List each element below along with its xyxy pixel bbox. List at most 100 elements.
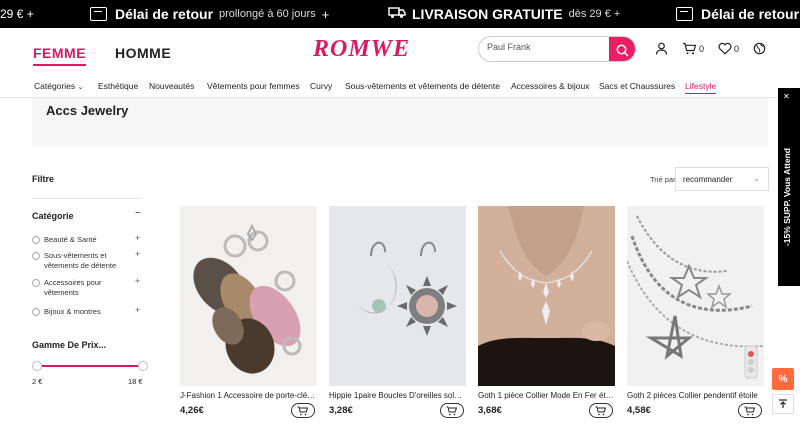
percent-icon: % (778, 373, 788, 385)
close-icon[interactable]: ✕ (783, 92, 790, 101)
nav-item-bags-shoes[interactable]: Sacs et Chaussures (599, 81, 675, 91)
heart-icon (718, 42, 732, 55)
promo-segment-3[interactable]: Délai de retour (676, 0, 800, 28)
promo-segment-1[interactable]: Délai de retour prollongé à 60 jours + (90, 0, 329, 28)
sort-label: Trié par (650, 175, 676, 184)
product-card[interactable]: J-Fashion 1 Accessoire de porte-clés en … (180, 206, 317, 418)
product-price: 4,26€ (180, 405, 204, 416)
chevron-down-icon: ⌄ (753, 174, 760, 183)
nav-item-lifestyle[interactable]: Lifestyle (685, 81, 717, 94)
cart-count: 0 (699, 43, 705, 54)
category-item[interactable]: Beauté & Santé + (32, 233, 144, 247)
nav-item-underwear[interactable]: Sous-vêtements et vêtements de détente (345, 81, 500, 91)
expand-plus-icon[interactable]: + (135, 305, 140, 315)
wishlist-button[interactable]: 0 (718, 42, 739, 55)
collapse-icon[interactable]: − (135, 208, 141, 219)
price-max: 18 € (128, 377, 143, 386)
nav-item-accessories[interactable]: Accessoires & bijoux (511, 81, 589, 91)
promo-segment-2[interactable]: LIVRAISON GRATUITE dès 29 € + (388, 0, 620, 28)
tab-homme[interactable]: HOMME (115, 45, 171, 61)
promo-segment-0-text: 29 € + (0, 7, 34, 21)
category-item[interactable]: Bijoux & montres + (32, 305, 144, 319)
category-item[interactable]: Accessoires pour vêtements + (32, 276, 144, 300)
category-item[interactable]: Sous-vêtements et vêtements de détente + (32, 249, 144, 273)
category-label: Sous-vêtements et vêtements de détente (44, 251, 117, 270)
product-image[interactable] (627, 206, 764, 386)
cart-plus-icon (744, 406, 756, 415)
return-box-icon (676, 7, 693, 21)
sort-select[interactable]: recommander ⌄ (675, 167, 769, 191)
radio-icon[interactable] (32, 252, 40, 260)
promo-2-text: dès 29 € + (568, 8, 621, 20)
product-price: 3,28€ (329, 405, 353, 416)
price-slider-min-handle[interactable] (32, 361, 42, 371)
product-price: 3,68€ (478, 405, 502, 416)
add-to-cart-button[interactable] (589, 403, 613, 418)
promo-float-button[interactable]: % (772, 368, 794, 390)
nav-item-curvy[interactable]: Curvy (310, 81, 332, 91)
romwe-logo[interactable]: ROMWE (313, 36, 410, 63)
cart-plus-icon (595, 406, 607, 415)
language-button[interactable] (753, 42, 766, 55)
cart-button[interactable]: 0 (682, 42, 704, 55)
product-image[interactable] (329, 206, 466, 386)
nav-label: Catégories (34, 81, 76, 91)
price-range-heading: Gamme De Prix... (32, 340, 107, 350)
promo-segment-0: 29 € + (0, 0, 34, 28)
radio-icon[interactable] (32, 308, 40, 316)
expand-plus-icon[interactable]: + (135, 233, 140, 243)
product-image[interactable] (180, 206, 317, 386)
expand-plus-icon[interactable]: + (135, 249, 140, 259)
nav-item-categories[interactable]: Catégories ⌄ (34, 81, 83, 91)
expand-plus-icon[interactable]: + (135, 276, 140, 286)
search-button[interactable] (609, 37, 635, 61)
sidebar-divider (32, 198, 142, 199)
search-box (478, 36, 636, 62)
product-title[interactable]: Hippie 1paire Boucles D'oreilles soleil … (329, 391, 466, 400)
radio-icon[interactable] (32, 236, 40, 244)
add-to-cart-button[interactable] (738, 403, 762, 418)
product-price: 4,58€ (627, 405, 651, 416)
product-card[interactable]: Goth 2 pièces Collier pendentif étoile 4… (627, 206, 764, 418)
category-label: Beauté & Santé (44, 235, 97, 244)
tab-femme[interactable]: FEMME (33, 45, 87, 66)
category-label: Bijoux & montres (44, 307, 101, 316)
plus-icon: + (321, 6, 330, 22)
product-card[interactable]: Goth 1 pièce Collier Mode En Fer étoile … (478, 206, 615, 418)
promo-bar: 29 € + Délai de retour prollongé à 60 jo… (0, 0, 800, 28)
side-tab-text: -15% SUPP. Vous Attend (782, 148, 792, 247)
product-image[interactable] (478, 206, 615, 386)
globe-icon (753, 42, 766, 55)
search-icon (616, 44, 629, 57)
add-to-cart-button[interactable] (291, 403, 315, 418)
header-icons: 0 0 (655, 42, 766, 55)
nav-item-new[interactable]: Nouveautés (149, 81, 194, 91)
page-banner: Accs Jewelry (32, 98, 768, 146)
cart-plus-icon (297, 406, 309, 415)
category-nav: Catégories ⌄ Esthétique Nouveautés Vêtem… (0, 78, 800, 98)
nav-item-women-clothing[interactable]: Vêtements pour femmes (207, 81, 300, 91)
category-label: Accessoires pour vêtements (44, 278, 102, 297)
discount-side-tab[interactable]: ✕ -15% SUPP. Vous Attend (778, 88, 800, 286)
category-heading: Catégorie (32, 211, 74, 221)
add-to-cart-button[interactable] (440, 403, 464, 418)
product-title[interactable]: Goth 1 pièce Collier Mode En Fer étoile (478, 391, 615, 400)
chevron-down-icon: ⌄ (77, 84, 84, 91)
price-slider-max-handle[interactable] (138, 361, 148, 371)
back-to-top-button[interactable] (772, 394, 794, 414)
price-slider[interactable] (32, 361, 148, 371)
sort-value: recommander (683, 175, 733, 184)
page-title: Accs Jewelry (46, 103, 129, 118)
nav-item-aesthetic[interactable]: Esthétique (98, 81, 138, 91)
radio-icon[interactable] (32, 279, 40, 287)
account-button[interactable] (655, 42, 668, 55)
product-card[interactable]: Hippie 1paire Boucles D'oreilles soleil … (329, 206, 466, 418)
promo-3-bold: Délai de retour (701, 6, 800, 22)
truck-icon (388, 6, 406, 22)
search-input[interactable] (487, 42, 607, 52)
product-title[interactable]: J-Fashion 1 Accessoire de porte-clés en … (180, 391, 317, 400)
cart-plus-icon (446, 406, 458, 415)
product-title[interactable]: Goth 2 pièces Collier pendentif étoile (627, 391, 764, 400)
filter-label: Filtre (32, 174, 55, 184)
wishlist-count: 0 (734, 43, 740, 54)
